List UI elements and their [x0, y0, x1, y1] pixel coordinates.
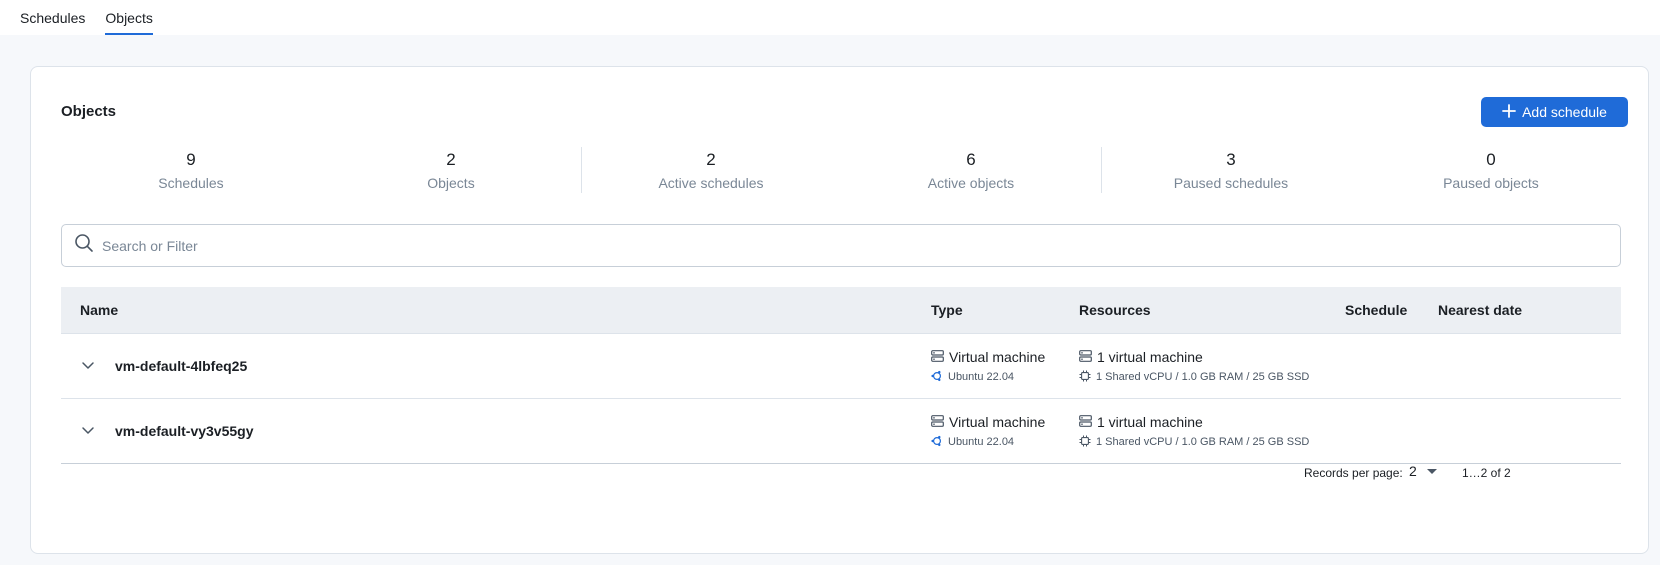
- pagination: Records per page: 2 1…2 of 2: [61, 463, 1621, 483]
- stat-label: Schedules: [158, 175, 224, 191]
- stat-label: Active objects: [927, 175, 1015, 191]
- stat-objects: 2 Objects: [321, 147, 581, 197]
- stat-paused-objects: 0 Paused objects: [1361, 147, 1621, 197]
- stat-label: Paused schedules: [1173, 175, 1289, 191]
- stat-value: 2: [706, 150, 716, 169]
- objects-table: Name Type Resources Schedule Nearest dat…: [61, 287, 1621, 464]
- server-icon: [1079, 414, 1092, 430]
- plus-icon: [1502, 104, 1516, 118]
- stat-value: 2: [446, 150, 456, 169]
- records-per-page-label: Records per page:: [1304, 466, 1403, 480]
- stat-value: 0: [1486, 150, 1496, 169]
- object-name[interactable]: vm-default-vy3v55gy: [115, 423, 254, 439]
- os-label: Ubuntu 22.04: [948, 371, 1015, 383]
- object-name[interactable]: vm-default-4lbfeq25: [115, 358, 247, 374]
- header-resources[interactable]: Resources: [1079, 302, 1151, 318]
- table-row[interactable]: vm-default-4lbfeq25 Virtual machine Ubun…: [61, 334, 1621, 399]
- type-label: Virtual machine: [949, 349, 1046, 365]
- stat-paused-schedules: 3 Paused schedules: [1101, 147, 1361, 197]
- stat-label: Objects: [427, 175, 475, 191]
- stat-schedules: 9 Schedules: [61, 147, 321, 197]
- server-icon: [931, 414, 944, 430]
- stat-value: 9: [186, 150, 196, 169]
- caret-down-icon: [1426, 468, 1437, 474]
- stat-group-active: 2 Active schedules 6 Active objects: [580, 147, 1101, 197]
- stat-value: 6: [966, 150, 976, 169]
- type-cell: Virtual machine Ubuntu 22.04: [931, 348, 1045, 384]
- server-icon: [931, 349, 944, 365]
- table-row[interactable]: vm-default-vy3v55gy Virtual machine Ubun…: [61, 399, 1621, 464]
- type-label: Virtual machine: [949, 414, 1046, 430]
- resources-label: 1 virtual machine: [1097, 349, 1203, 365]
- server-icon: [1079, 349, 1092, 365]
- stat-active-schedules: 2 Active schedules: [581, 147, 841, 197]
- stat-value: 3: [1226, 150, 1236, 169]
- cpu-icon: [1079, 435, 1091, 450]
- spec-label: 1 Shared vCPU / 1.0 GB RAM / 25 GB SSD: [1096, 436, 1310, 448]
- spec-label: 1 Shared vCPU / 1.0 GB RAM / 25 GB SSD: [1096, 371, 1310, 383]
- header-name[interactable]: Name: [80, 302, 118, 318]
- objects-card: Objects Add schedule 9 Schedules 2 Objec…: [30, 66, 1649, 554]
- chevron-down-icon[interactable]: [81, 423, 95, 437]
- tab-objects[interactable]: Objects: [105, 0, 154, 35]
- stat-group-total: 9 Schedules 2 Objects: [61, 147, 581, 197]
- chevron-down-icon[interactable]: [81, 358, 95, 372]
- card-title: Objects: [61, 103, 117, 120]
- ubuntu-icon: [931, 370, 943, 385]
- search-bar[interactable]: [61, 224, 1621, 267]
- header-schedule[interactable]: Schedule: [1345, 302, 1407, 318]
- records-per-page-select[interactable]: 2: [1409, 463, 1437, 479]
- search-icon: [74, 233, 94, 258]
- header-type[interactable]: Type: [931, 302, 963, 318]
- resources-label: 1 virtual machine: [1097, 414, 1203, 430]
- tab-schedules[interactable]: Schedules: [20, 0, 85, 35]
- cpu-icon: [1079, 370, 1091, 385]
- stat-group-paused: 3 Paused schedules 0 Paused objects: [1100, 147, 1621, 197]
- stat-label: Paused objects: [1443, 175, 1539, 191]
- stat-label: Active schedules: [658, 175, 764, 191]
- records-per-page-value: 2: [1409, 463, 1417, 479]
- table-header: Name Type Resources Schedule Nearest dat…: [61, 287, 1621, 334]
- pagination-range: 1…2 of 2: [1462, 466, 1511, 480]
- top-tab-bar: Schedules Objects: [0, 0, 1660, 35]
- os-label: Ubuntu 22.04: [948, 436, 1015, 448]
- resources-cell: 1 virtual machine 1 Shared vCPU / 1.0 GB…: [1079, 413, 1309, 449]
- resources-cell: 1 virtual machine 1 Shared vCPU / 1.0 GB…: [1079, 348, 1309, 384]
- type-cell: Virtual machine Ubuntu 22.04: [931, 413, 1045, 449]
- search-input[interactable]: [102, 237, 1620, 254]
- header-nearest-date[interactable]: Nearest date: [1438, 302, 1522, 318]
- ubuntu-icon: [931, 435, 943, 450]
- add-schedule-label: Add schedule: [1522, 104, 1607, 120]
- stat-active-objects: 6 Active objects: [841, 147, 1101, 197]
- add-schedule-button[interactable]: Add schedule: [1481, 97, 1628, 127]
- stats-summary: 9 Schedules 2 Objects 2 Active schedules…: [61, 147, 1621, 197]
